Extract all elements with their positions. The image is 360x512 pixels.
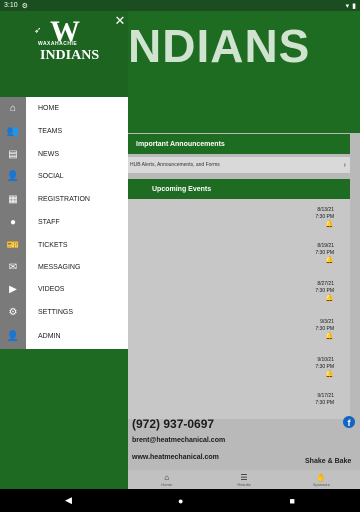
event-item[interactable]: 9/3/21 7:30 PM 🔔 (315, 319, 334, 340)
event-time: 7:30 PM (315, 326, 334, 332)
system-nav-bar: ◀ ● ■ (0, 489, 360, 512)
logo-name: INDIANS (40, 48, 100, 63)
home-button[interactable]: ● (178, 496, 183, 506)
tab-results-label: Results (237, 481, 251, 487)
sponsor-website[interactable]: www.heatmechanical.com (132, 454, 225, 461)
menu-item-messaging[interactable]: ✉ MESSAGING (0, 256, 128, 278)
announcements-row-label: HUB Alerts, Announcements, and Forms (130, 162, 220, 168)
menu-item-admin[interactable]: 👤 ADMIN (0, 325, 128, 347)
ticket-icon: 🎫 (6, 239, 20, 251)
gear-icon: ⚙ (8, 306, 18, 318)
sponsor-email[interactable]: brent@heatmechanical.com (132, 437, 225, 444)
play-icon: ▶ (9, 283, 17, 295)
event-time: 7:30 PM (315, 214, 334, 220)
sponsor-contact: (972) 937-0697 brent@heatmechanical.com … (132, 417, 225, 461)
event-item[interactable]: 9/10/21 7:30 PM 🔔 (315, 357, 334, 378)
menu-item-label: VIDEOS (38, 285, 65, 293)
logo-subtitle: WAXAHACHIE (38, 41, 78, 47)
event-item[interactable]: 8/13/21 7:30 PM 🔔 (315, 207, 334, 228)
staff-icon: ● (9, 216, 17, 228)
event-time: 7:30 PM (315, 250, 334, 256)
recents-button[interactable]: ■ (290, 496, 295, 506)
social-icon: 👤 (6, 170, 20, 182)
event-date: 8/19/21 (317, 243, 334, 249)
menu-item-home[interactable]: ⌂ HOME (0, 97, 128, 119)
facebook-icon[interactable]: f (343, 416, 355, 428)
menu-item-social[interactable]: 👤 SOCIAL (0, 165, 128, 187)
back-button[interactable]: ◀ (65, 495, 72, 506)
drawer-header: ➶ W WAXAHACHIE INDIANS ✕ (0, 11, 128, 97)
feather-icon: ➶ (34, 25, 42, 35)
handshake-icon: ✋ (316, 472, 327, 482)
announcements-header: Important Announcements (128, 134, 350, 154)
event-date: 9/17/21 (317, 393, 334, 399)
menu-item-teams[interactable]: 👥 TEAMS (0, 120, 128, 142)
bell-icon[interactable]: 🔔 (315, 371, 334, 378)
home-icon: ⌂ (9, 102, 17, 114)
event-time: 7:30 PM (315, 288, 334, 294)
menu-item-label: TEAMS (38, 127, 63, 135)
mail-icon: ✉ (8, 261, 18, 273)
event-item[interactable]: 8/27/21 7:30 PM 🔔 (315, 281, 334, 302)
navigation-drawer: ➶ W WAXAHACHIE INDIANS ✕ ⌂ HOME 👥 TEAMS … (0, 11, 128, 489)
home-icon: ⌂ (164, 472, 170, 482)
wifi-icon: ▾ (345, 2, 350, 10)
menu-item-label: SOCIAL (38, 172, 64, 180)
drawer-menu: ⌂ HOME 👥 TEAMS ▤ NEWS 👤 SOCIAL ▦ REGISTR… (0, 97, 128, 349)
event-item[interactable]: 8/19/21 7:30 PM 🔔 (315, 243, 334, 264)
event-date: 8/13/21 (317, 207, 334, 213)
chevron-right-icon: › (343, 161, 346, 169)
menu-item-label: TICKETS (38, 241, 68, 249)
main-header-title: NDIANS (128, 20, 311, 72)
app-notification-icon: ⚙ (21, 2, 28, 10)
registration-icon: ▦ (8, 193, 18, 205)
bell-icon[interactable]: 🔔 (315, 257, 334, 264)
bell-icon[interactable]: 🔔 (315, 221, 334, 228)
tab-sponsors-label: Sponsors (312, 481, 330, 487)
menu-item-label: MESSAGING (38, 263, 81, 271)
menu-item-label: STAFF (38, 218, 60, 226)
event-date: 9/10/21 (317, 357, 334, 363)
upcoming-events-header: Upcoming Events (128, 179, 350, 199)
status-time: 3:10 (4, 2, 18, 9)
bell-icon[interactable]: 🔔 (315, 333, 334, 340)
status-bar: 3:10 ⚙ ▾ ▮ (0, 0, 360, 11)
event-item[interactable]: 9/17/21 7:30 PM (315, 393, 334, 407)
news-icon: ▤ (8, 148, 18, 160)
bell-icon[interactable]: 🔔 (315, 295, 334, 302)
admin-icon: 👤 (6, 330, 20, 342)
sponsor-name: Shake & Bake (305, 458, 352, 465)
bottom-tab-bar: ⌂ Home ☰ Results ✋ Sponsors (128, 470, 360, 489)
menu-item-label: SETTINGS (38, 308, 74, 316)
list-icon: ☰ (240, 472, 248, 482)
events-list: 8/13/21 7:30 PM 🔔 8/19/21 7:30 PM 🔔 8/27… (128, 199, 350, 419)
team-logo: ➶ W WAXAHACHIE INDIANS (34, 15, 104, 75)
announcements-row[interactable]: HUB Alerts, Announcements, and Forms › (128, 157, 350, 173)
menu-item-label: REGISTRATION (38, 195, 90, 203)
menu-item-label: ADMIN (38, 332, 61, 340)
menu-item-news[interactable]: ▤ NEWS (0, 143, 128, 165)
menu-item-registration[interactable]: ▦ REGISTRATION (0, 188, 128, 210)
menu-item-staff[interactable]: ● STAFF (0, 211, 128, 233)
event-date: 9/3/21 (320, 319, 334, 325)
tab-home-label: Home (161, 481, 172, 487)
tab-results[interactable]: ☰ Results (205, 470, 282, 489)
tab-home[interactable]: ⌂ Home (128, 470, 205, 489)
event-time: 7:30 PM (315, 400, 334, 406)
menu-item-tickets[interactable]: 🎫 TICKETS (0, 234, 128, 256)
sponsor-phone[interactable]: (972) 937-0697 (132, 417, 225, 431)
tab-sponsors[interactable]: ✋ Sponsors (283, 470, 360, 489)
battery-icon: ▮ (352, 2, 356, 10)
event-date: 8/27/21 (317, 281, 334, 287)
teams-icon: 👥 (6, 125, 20, 137)
close-drawer-button[interactable]: ✕ (113, 14, 127, 28)
menu-item-label: HOME (38, 104, 59, 112)
menu-item-videos[interactable]: ▶ VIDEOS (0, 278, 128, 300)
menu-item-settings[interactable]: ⚙ SETTINGS (0, 301, 128, 323)
menu-item-label: NEWS (38, 150, 59, 158)
event-time: 7:30 PM (315, 364, 334, 370)
